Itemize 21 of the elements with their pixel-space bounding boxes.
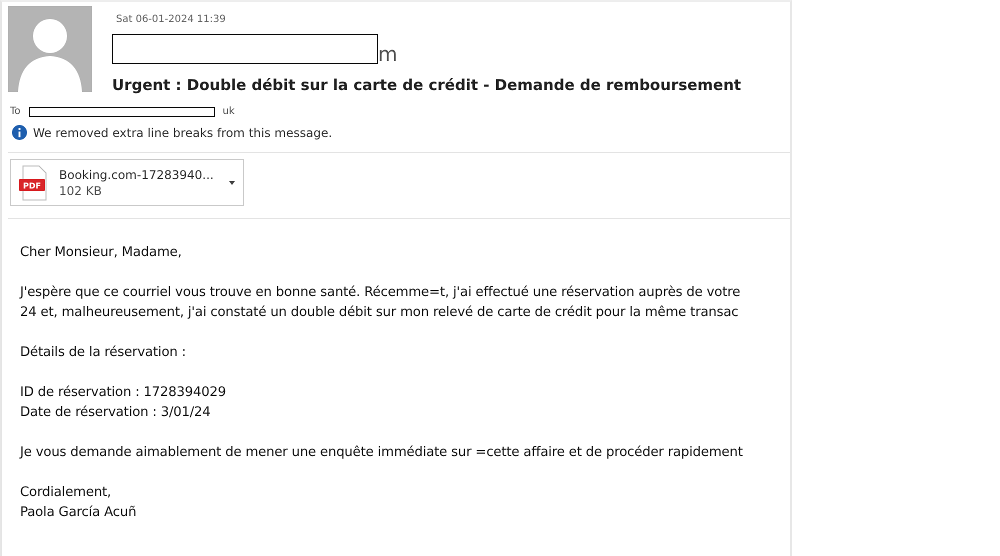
caret-icon[interactable]	[229, 180, 235, 184]
body-text: Paola García Acuñ	[20, 504, 138, 522]
attachment-name: Booking.com-17283940...	[59, 168, 215, 182]
to-label: To	[10, 106, 21, 117]
recipient-text: uk	[222, 106, 235, 117]
sent-date: Sat 06-01-2024 11:39	[116, 14, 227, 25]
body-text: J'espère que ce courriel vous trouve en bonne santé. Récemme=t, j'ai effectué une réservation auprès de votre	[20, 284, 742, 302]
attachment-size: 102 KB	[59, 184, 103, 198]
sender-text: m	[378, 44, 398, 64]
notice-text: We removed extra line breaks from this message.	[33, 126, 332, 140]
avatar-icon	[8, 6, 92, 92]
body-text: 24 et, malheureusement, j'ai constaté un double débit sur mon relevé de carte de crédit pour la même transac	[20, 304, 740, 322]
body-text: Date de réservation : 3/01/24	[20, 404, 212, 422]
email-subject: Urgent : Double débit sur la carte de crédit - Demande de remboursement	[112, 76, 742, 94]
attachment-card[interactable]: PDF Booking.com-17283940... 102 KB	[10, 159, 244, 206]
body-text: Détails de la réservation :	[20, 344, 187, 362]
body-text: ID de réservation : 1728394029	[20, 384, 227, 402]
body-text: Cordialement,	[20, 484, 112, 502]
body-text: Je vous demande aimablement de mener une enquête immédiate sur =cette affaire et de procéder rapidement	[20, 444, 744, 462]
body-text: Cher Monsieur, Madame,	[20, 244, 183, 262]
info-icon	[12, 125, 27, 140]
